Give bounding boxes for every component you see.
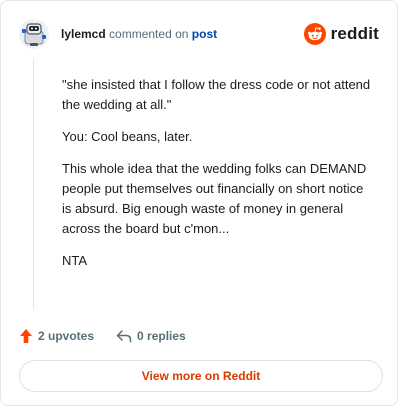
upvotes-stat[interactable]: 2 upvotes: [19, 328, 94, 344]
upvotes-count: 2 upvotes: [38, 329, 95, 343]
reddit-wordmark: reddit: [330, 24, 379, 43]
reddit-alien-icon: [303, 23, 326, 45]
comment-stats: 2 upvotes 0 replies: [19, 326, 186, 346]
username-link[interactable]: lylemcd: [61, 27, 106, 41]
comment-paragraph: You: Cool beans, later.: [62, 129, 193, 144]
comment-paragraph: NTA: [62, 253, 88, 268]
replies-count: 0 replies: [137, 329, 186, 343]
thread-line: [33, 59, 34, 309]
comment-action-text: commented on: [109, 27, 189, 41]
comment-body: "she insisted that I follow the dress co…: [62, 75, 374, 283]
replies-stat[interactable]: 0 replies: [116, 329, 186, 343]
view-more-on-reddit-button[interactable]: View more on Reddit: [19, 360, 383, 392]
comment-paragraph: This whole idea that the wedding folks c…: [62, 161, 367, 236]
comment-header: lylemcd commented on post reddit: [19, 19, 379, 49]
post-link[interactable]: post: [192, 27, 217, 41]
reply-arrow-icon: [116, 330, 132, 343]
upvote-arrow-icon: [20, 329, 32, 343]
avatar-image-icon: [19, 19, 49, 49]
reddit-brand-link[interactable]: reddit: [303, 21, 379, 47]
user-avatar[interactable]: [19, 19, 49, 49]
comment-meta: lylemcd commented on post: [61, 26, 217, 42]
comment-paragraph: "she insisted that I follow the dress co…: [62, 77, 371, 112]
comment-embed-card: lylemcd commented on post reddit "she in…: [0, 0, 398, 406]
